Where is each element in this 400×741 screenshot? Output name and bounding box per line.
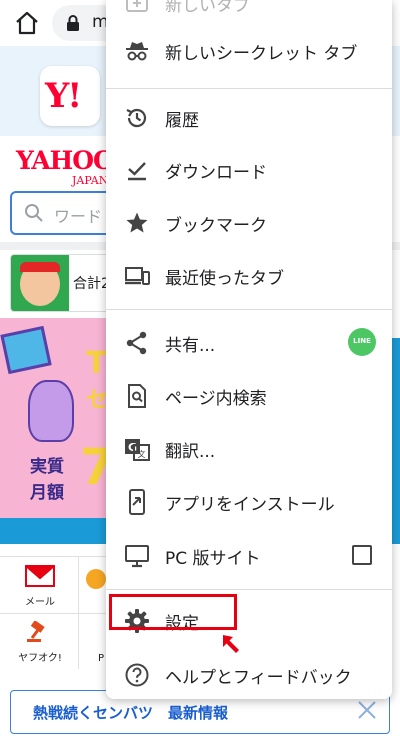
banner-decoration <box>0 325 52 375</box>
menu-label-history: 履歴 <box>165 111 199 131</box>
promo-face-image <box>11 255 69 311</box>
weather-icon[interactable] <box>86 569 106 589</box>
menu-item-translate[interactable]: G文 翻訳... <box>106 424 392 472</box>
share-icon <box>124 330 150 356</box>
notice-text: 熱戦続くセンバツ 最新情報 <box>33 704 229 722</box>
line-app-icon[interactable]: LINE <box>348 328 376 356</box>
menu-item-recent-tabs[interactable]: 最近使ったタブ <box>106 251 392 299</box>
download-check-icon <box>124 157 150 183</box>
install-app-icon <box>124 489 150 515</box>
menu-label-new-tab: 新しいタブ <box>165 0 250 16</box>
right-edge-strip <box>392 318 400 544</box>
mail-icon <box>25 565 55 587</box>
auction-label: ヤフオク! <box>18 653 62 664</box>
menu-item-desktop-site[interactable]: PC 版サイト <box>106 531 392 579</box>
new-tab-icon <box>124 0 150 16</box>
p-service-label: P <box>98 653 105 664</box>
search-input[interactable]: ワード <box>10 191 120 235</box>
menu-label-help: ヘルプとフィードバック <box>165 668 352 688</box>
help-icon <box>124 662 150 688</box>
services-grid: メール ヤフオク! P <box>0 556 110 669</box>
settings-highlight-box <box>109 594 237 630</box>
yahoo-logo-sub: JAPAN <box>72 174 109 187</box>
yahoo-app-icon-text: Y! <box>45 76 82 116</box>
menu-item-install-app[interactable]: アプリをインストール <box>106 477 392 525</box>
menu-item-settings[interactable]: 設定 <box>106 594 392 644</box>
menu-label-share: 共有... <box>165 336 216 356</box>
pointer-arrow-icon <box>220 632 242 654</box>
promo-text: 合計2 <box>73 276 110 292</box>
banner-footer-strip <box>0 518 110 544</box>
auction-service[interactable]: ヤフオク! <box>5 620 75 664</box>
desktop-site-checkbox[interactable] <box>352 545 372 565</box>
mail-label: メール <box>25 597 55 608</box>
line-badge-text: LINE <box>353 337 371 345</box>
history-icon <box>124 105 150 131</box>
promo-card[interactable]: 合計2 <box>10 254 120 312</box>
menu-label-translate: 翻訳... <box>165 442 216 462</box>
menu-item-find-in-page[interactable]: ページ内検索 <box>106 371 392 419</box>
services-vertical-divider <box>78 557 79 669</box>
devices-icon <box>124 263 150 289</box>
menu-label-incognito: 新しいシークレット タブ <box>165 44 358 64</box>
star-icon <box>124 210 150 236</box>
menu-item-incognito[interactable]: 新しいシークレット タブ <box>106 26 392 74</box>
menu-label-bookmarks: ブックマーク <box>165 216 267 236</box>
menu-item-help[interactable]: ヘルプとフィードバック <box>106 650 392 698</box>
svg-text:G: G <box>128 441 137 454</box>
find-in-page-icon <box>124 383 150 409</box>
menu-item-downloads[interactable]: ダウンロード <box>106 145 392 193</box>
menu-divider <box>106 88 392 89</box>
banner-text-1: T <box>86 346 107 381</box>
browser-overflow-menu: 新しいタブ 新しいシークレット タブ 履歴 ダウンロード ブックマーク 最近使っ… <box>106 0 392 699</box>
menu-item-new-tab[interactable]: 新しいタブ <box>106 0 392 26</box>
menu-divider <box>106 589 392 590</box>
right-edge-strip-top <box>392 318 400 338</box>
menu-label-recent-tabs: 最近使ったタブ <box>165 269 284 289</box>
lock-icon <box>64 14 82 32</box>
menu-item-share[interactable]: 共有... LINE <box>106 318 392 366</box>
banner-text-4: 月額 <box>30 483 64 503</box>
yahoo-app-icon[interactable]: Y! <box>40 66 100 126</box>
menu-label-downloads: ダウンロード <box>165 163 267 183</box>
promo-face-band <box>20 262 60 272</box>
banner-text-2: セ <box>86 388 109 413</box>
incognito-icon <box>124 38 150 64</box>
search-icon <box>24 203 44 223</box>
menu-label-install-app: アプリをインストール <box>165 495 335 515</box>
campaign-banner[interactable]: T セ 実質 月額 7 <box>0 318 115 518</box>
gavel-icon <box>25 620 55 643</box>
close-icon[interactable] <box>356 699 378 721</box>
banner-text-3: 実質 <box>30 457 64 477</box>
mail-service[interactable]: メール <box>5 565 75 608</box>
desktop-icon <box>124 543 150 569</box>
translate-icon: G文 <box>124 436 150 462</box>
menu-label-find-in-page: ページ内検索 <box>165 389 267 409</box>
banner-character <box>28 380 74 442</box>
home-icon[interactable] <box>14 10 40 36</box>
menu-item-bookmarks[interactable]: ブックマーク <box>106 198 392 246</box>
menu-item-history[interactable]: 履歴 <box>106 93 392 141</box>
services-divider <box>0 613 110 614</box>
menu-label-desktop-site: PC 版サイト <box>165 549 261 569</box>
menu-divider <box>106 309 392 310</box>
search-placeholder: ワード <box>54 207 103 226</box>
svg-text:文: 文 <box>138 449 146 459</box>
